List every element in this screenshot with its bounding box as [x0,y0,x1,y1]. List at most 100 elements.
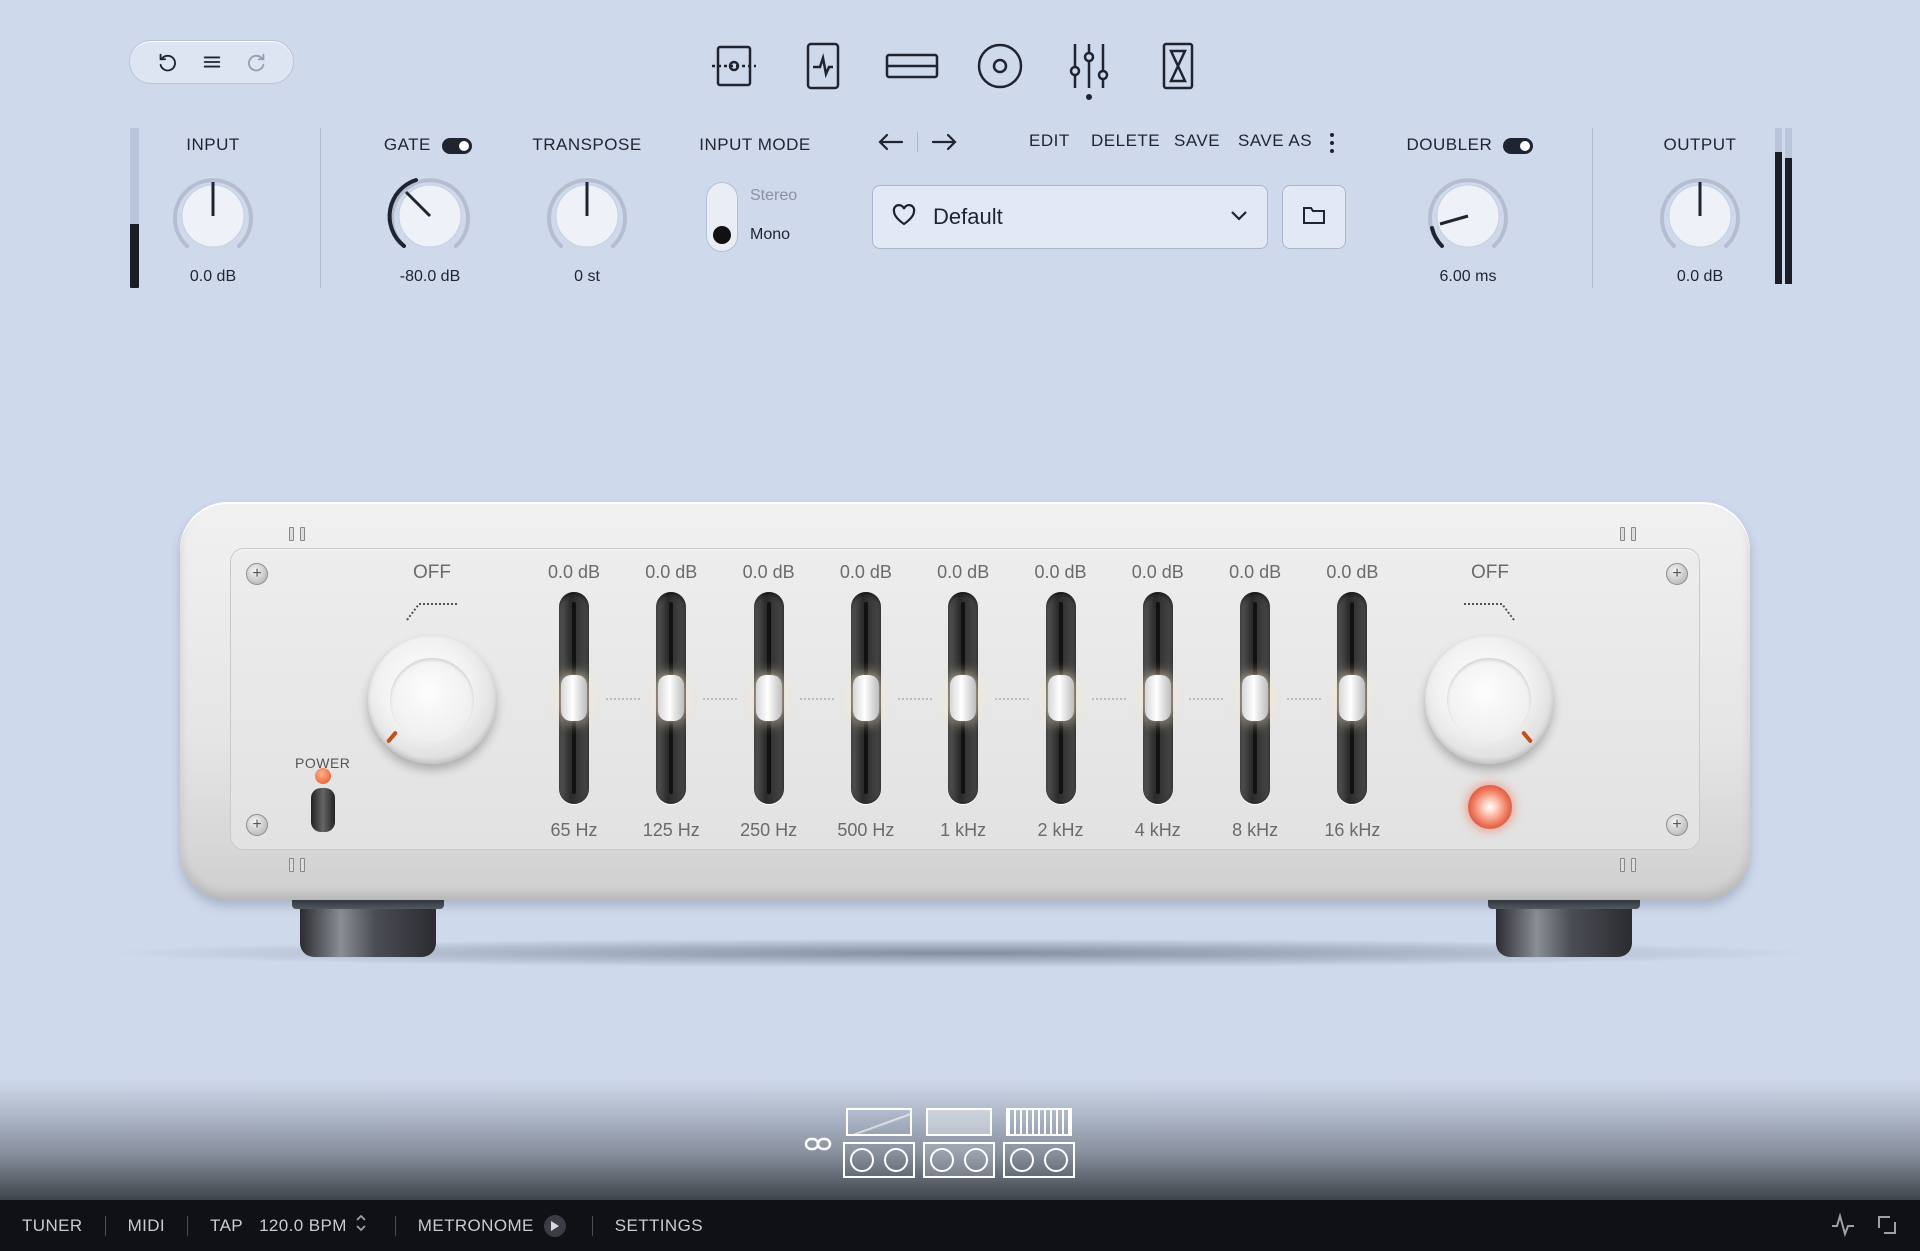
next-preset-icon[interactable] [929,130,959,159]
divider [320,128,321,288]
heart-icon[interactable] [891,203,917,232]
band-gain-value: 0.0 dB [839,562,892,582]
play-icon[interactable] [543,1214,566,1237]
resize-icon[interactable] [1876,1214,1898,1241]
band-connector [1189,698,1224,700]
band-slider[interactable] [1240,592,1271,804]
preset-name: Default [933,204,1003,229]
band-slider[interactable] [559,592,589,804]
slider-handle[interactable] [950,675,977,721]
power-toggle-switch[interactable] [308,768,338,834]
slider-handle[interactable] [1047,675,1074,721]
band-connector [702,698,737,700]
band-connector [897,698,932,700]
mixer-sliders-icon[interactable] [1061,38,1117,100]
signal-flow-icon[interactable] [706,38,762,94]
band-slider[interactable] [1142,592,1173,804]
save-as-button[interactable]: SAVE AS [1238,131,1312,151]
band-slider[interactable] [753,592,784,804]
transpose-knob[interactable] [537,166,637,266]
low-cut-knob[interactable] [368,636,496,764]
band-gain-value: 0.0 dB [1131,562,1184,582]
delete-button[interactable]: DELETE [1091,131,1160,151]
bpm-value[interactable]: 120.0 BPM [259,1216,355,1236]
band-slider[interactable] [1045,592,1076,804]
divider [591,1215,593,1236]
chain-module-2[interactable] [923,1108,995,1178]
metronome-button[interactable]: METRONOME [418,1216,544,1236]
more-options-icon[interactable] [1326,131,1338,160]
slider-handle[interactable] [561,675,587,721]
settings-button[interactable]: SETTINGS [615,1216,725,1236]
input-label: INPUT [186,135,240,154]
prev-preset-icon[interactable] [876,130,906,159]
preset-folder-button[interactable] [1282,185,1346,249]
slider-handle[interactable] [852,675,879,721]
input-knob[interactable] [163,166,263,266]
bpm-stepper-icon[interactable] [355,1213,367,1238]
band-connector [1092,698,1127,700]
mode-option-stereo[interactable]: Stereo [750,187,797,205]
slider-handle[interactable] [1144,675,1171,721]
screw [1666,563,1688,585]
doubler-toggle[interactable] [1503,137,1534,154]
slot [289,858,294,872]
input-value: 0.0 dB [189,268,237,285]
gate-knob[interactable] [380,166,480,266]
input-mode-switch[interactable] [706,182,738,252]
slider-handle[interactable] [1242,675,1269,721]
menu-icon[interactable] [199,49,225,75]
band-frequency-label: 125 Hz [642,820,700,840]
tap-button[interactable]: TAP [210,1216,259,1236]
undo-icon[interactable] [154,49,180,75]
doubler-label: DOUBLER [1406,135,1493,154]
high-cut-knob[interactable] [1425,636,1553,764]
chain-module-3[interactable] [1003,1108,1075,1178]
activity-icon[interactable] [1830,1212,1856,1243]
mode-option-mono[interactable]: Mono [750,226,790,244]
band-frequency-label: 4 kHz [1134,820,1181,840]
slot [1620,858,1625,872]
slider-handle[interactable] [658,675,685,721]
band-slider[interactable] [850,592,881,804]
band-frequency-label: 8 kHz [1232,820,1279,840]
edit-button[interactable]: EDIT [1029,131,1070,151]
left-foot [292,895,444,957]
band-slider[interactable] [1337,592,1368,804]
link-icon[interactable] [804,1134,832,1159]
knob-indicator [1520,730,1534,744]
output-label: OUTPUT [1663,135,1737,154]
save-button[interactable]: SAVE [1174,131,1220,151]
high-cut-label: OFF [1471,562,1509,583]
slider-handle[interactable] [1339,675,1366,721]
slider-handle[interactable] [755,675,782,721]
output-knob[interactable] [1650,166,1750,266]
slot [1631,527,1636,541]
band-slider[interactable] [948,592,979,804]
band-slider[interactable] [656,592,687,804]
band-gain-value: 0.0 dB [547,562,601,582]
low-cut-label: OFF [413,562,451,583]
preset-selector[interactable]: Default [872,185,1268,249]
mode-switch-thumb [713,226,731,244]
divider [187,1215,189,1236]
midi-button[interactable]: MIDI [128,1216,187,1236]
band-gain-value: 0.0 dB [937,562,990,582]
tuner-button[interactable]: TUNER [22,1216,105,1236]
cabinet-speaker-icon[interactable] [972,38,1028,94]
output-value: 0.0 dB [1676,268,1724,285]
input-mode-label: INPUT MODE [699,135,811,154]
folder-icon [1302,204,1326,231]
doubler-knob[interactable] [1418,166,1518,266]
gate-toggle[interactable] [442,137,473,154]
status-bar: TUNER MIDI TAP 120.0 BPM METRONOME SETTI… [0,1200,1920,1251]
divider [394,1215,396,1236]
band-connector [605,698,640,700]
transpose-value: 0 st [574,268,600,285]
band-frequency-label: 65 Hz [550,820,598,840]
hourglass-icon[interactable] [1150,38,1206,94]
chain-module-1[interactable] [843,1108,915,1178]
tuner-device-icon[interactable] [795,38,851,94]
rack-icon[interactable] [884,38,940,94]
redo-icon[interactable] [244,49,270,75]
